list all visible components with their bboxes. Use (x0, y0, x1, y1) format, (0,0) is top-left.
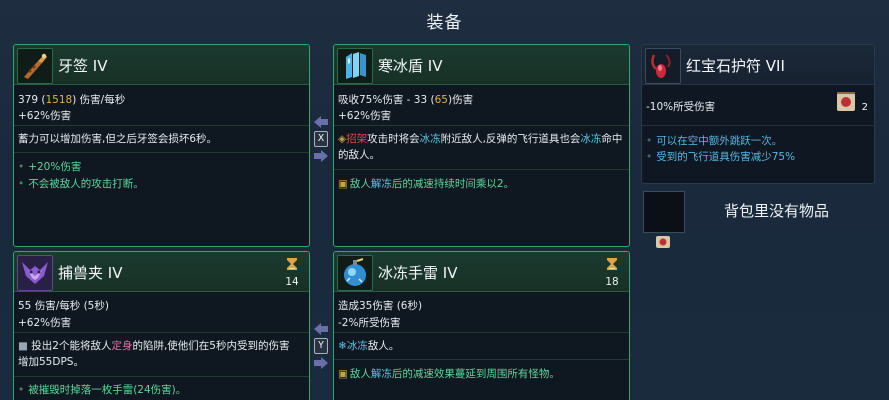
card-description: ◈招架攻击时将会冰冻附近敌人,反弹的飞行道具也会冰冻命中的敌人。 (338, 133, 623, 161)
bonus-stat: +62%伤害 (18, 110, 72, 122)
skill-card-trap[interactable]: 捕兽夹 IV 14 55 伤害/每秒 (5秒) +62%伤害 ■ 投出2个能将敌… (13, 251, 310, 400)
perk-item: ▣ 敌人解冻后的减速持续时间乘以2。 (338, 178, 515, 190)
absorb-stat: 吸收75%伤害 - 33 (65)伤害 (338, 94, 474, 106)
divider (14, 152, 309, 153)
arrow-left-icon (314, 116, 328, 128)
scroll-icon (837, 92, 855, 111)
divider (334, 359, 629, 360)
fang-weapon-icon (17, 48, 53, 84)
swap-key-x[interactable]: X (314, 131, 328, 147)
arrow-left-icon (314, 323, 328, 335)
backpack-empty-label: 背包里没有物品 (724, 202, 830, 220)
cooldown-indicator: 14 (283, 256, 301, 288)
damage-stat: 379 (1518) 伤害/每秒 (18, 94, 126, 106)
card-description: 蓄力可以增加伤害,但之后牙签会损坏6秒。 (18, 133, 218, 145)
backpack-slot[interactable] (643, 191, 685, 233)
trap-skill-icon (17, 255, 53, 291)
card-title: 牙签 IV (58, 57, 108, 75)
freeze-small-icon: ❄ (338, 340, 347, 352)
arrow-right-icon (314, 150, 328, 162)
bonus-stat: -2%所受伤害 (338, 317, 401, 329)
perk-item: ▣ 敌人解冻后的减速效果蔓延到周围所有怪物。 (338, 368, 560, 380)
perk-item: • +20%伤害 (18, 161, 82, 173)
weapon-card-ice-shield[interactable]: 寒冰盾 IV 吸收75%伤害 - 33 (65)伤害 +62%伤害 ◈招架攻击时… (333, 44, 630, 247)
bonus-stat: +62%伤害 (338, 110, 392, 122)
perk-item: • 不会被敌人的攻击打断。 (18, 178, 144, 190)
skill-card-ice-grenade[interactable]: 冰冻手雷 IV 18 造成35伤害 (6秒) -2%所受伤害 ❄冰冻敌人。 ▣ 敌… (333, 251, 630, 400)
swap-control-bottom[interactable]: Y (312, 321, 332, 371)
swap-key-y[interactable]: Y (314, 338, 328, 354)
bonus-stat: +62%伤害 (18, 317, 72, 329)
card-title: 捕兽夹 IV (58, 264, 123, 282)
divider (14, 376, 309, 377)
weapon-card-fang[interactable]: 牙签 IV 379 (1518) 伤害/每秒 +62%伤害 蓄力可以增加伤害,但… (13, 44, 310, 247)
divider (642, 125, 874, 126)
defense-stat: -10%所受伤害 (646, 101, 716, 113)
card-description: ❄冰冻敌人。 (338, 340, 400, 352)
card-title: 寒冰盾 IV (378, 57, 443, 75)
divider (14, 332, 309, 333)
perk-small-icon: ▣ (338, 178, 348, 190)
damage-stat: 55 伤害/每秒 (5秒) (18, 300, 109, 312)
arrow-right-icon (314, 357, 328, 369)
divider (334, 332, 629, 333)
scroll-count: 2 (861, 102, 868, 113)
hourglass-icon (287, 258, 297, 270)
cooldown-seconds: 18 (605, 276, 619, 288)
card-description: ■ 投出2个能将敌人定身的陷阱,使他们在5秒内受到的伤害 增加55DPS。 (18, 340, 290, 368)
cooldown-seconds: 14 (285, 276, 299, 288)
scroll-badge: 2 (834, 89, 868, 119)
cooldown-indicator: 18 (603, 256, 621, 288)
damage-stat: 造成35伤害 (6秒) (338, 300, 423, 312)
ice-grenade-icon (337, 255, 373, 291)
lock-small-icon: ■ (18, 340, 28, 352)
card-title: 冰冻手雷 IV (378, 264, 458, 282)
ice-shield-icon (337, 48, 373, 84)
swap-control-top[interactable]: X (312, 114, 332, 164)
backpack-scroll-icon (655, 234, 671, 248)
divider (14, 125, 309, 126)
ruby-amulet-icon (645, 48, 681, 84)
perk-small-icon: ▣ (338, 368, 348, 380)
perk-item: • 被摧毁时掉落一枚手雷(24伤害)。 (18, 384, 187, 396)
screen-title: 装备 (426, 13, 463, 33)
divider (334, 169, 629, 170)
card-title: 红宝石护符 VII (686, 57, 785, 75)
divider (334, 125, 629, 126)
perk-item: • 可以在空中额外跳跃一次。 (646, 135, 783, 147)
amulet-card-ruby[interactable]: 红宝石护符 VII -10%所受伤害 2 • 可以在空中额外跳跃一次。 • 受到的飞… (641, 44, 875, 184)
shield-small-icon: ◈ (338, 133, 347, 145)
hourglass-icon (607, 258, 617, 270)
perk-item: • 受到的飞行道具伤害减少75% (646, 151, 796, 163)
